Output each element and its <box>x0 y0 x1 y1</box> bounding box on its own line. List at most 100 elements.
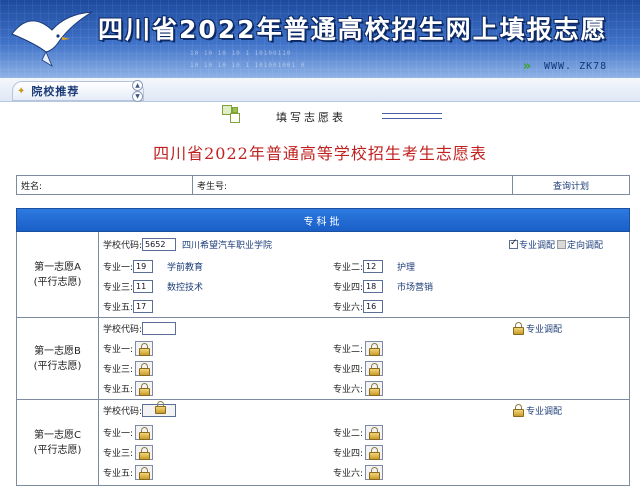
choice-label: 第一志愿A (平行志愿) <box>17 232 99 317</box>
choice-label: 第一志愿B (平行志愿) <box>17 318 99 399</box>
adjust-major-checkbox[interactable] <box>509 238 518 249</box>
major-label: 专业三: <box>103 364 134 375</box>
major-name: 数控技术 <box>167 282 204 293</box>
nav-strip: ✦ 院校推荐 <box>0 78 640 102</box>
tab-school-recommend[interactable]: ✦ 院校推荐 <box>12 81 144 101</box>
major-row: 专业五: <box>103 464 154 480</box>
adjust-major-label: 专业调配 <box>526 406 563 417</box>
school-code-row: 学校代码: <box>103 400 177 418</box>
major-label: 专业三: <box>103 448 134 459</box>
choice-block-a: 第一志愿A (平行志愿) 学校代码: 5652 四川希望汽车职业学院 专业调配 … <box>16 232 630 318</box>
locked-major-input <box>135 340 154 356</box>
site-url-text: WWW. ZK78 <box>544 60 608 72</box>
divider <box>382 113 442 119</box>
chevron-up-icon[interactable]: ▲ <box>132 80 143 91</box>
major-code-input[interactable]: 12 <box>363 259 384 273</box>
lock-icon <box>367 426 382 440</box>
major-label: 专业六: <box>333 384 364 395</box>
query-plan-button[interactable]: 查询计划 <box>513 176 629 194</box>
major-label: 专业五: <box>103 384 134 395</box>
banner-digits: 10 10 10 10 1 10100110 <box>190 50 292 57</box>
adjust-major-label: 专业调配 <box>519 240 556 251</box>
double-chevron-down-icon: » <box>522 58 532 74</box>
locked-major-input <box>135 444 154 460</box>
chevron-down-icon[interactable]: ▼ <box>132 91 143 102</box>
school-code-input[interactable]: 5652 <box>142 237 177 251</box>
locked-major-input <box>135 360 154 376</box>
choice-subtitle: (平行志愿) <box>33 276 82 288</box>
form-header: 填写志愿表 <box>220 102 480 132</box>
student-info-row: 姓名: 考生号: 查询计划 <box>16 175 630 195</box>
lock-icon <box>367 382 382 396</box>
major-row: 专业六: <box>333 464 384 480</box>
batch-header: 专科批 <box>16 208 630 232</box>
form-header-title: 填写志愿表 <box>276 111 346 124</box>
school-code-input[interactable] <box>142 321 177 335</box>
adjust-options: 专业调配 <box>509 320 562 336</box>
major-row: 专业一: <box>103 340 154 356</box>
major-label: 专业四: <box>333 448 364 459</box>
major-row: 专业三: <box>103 360 154 376</box>
lock-icon <box>367 446 382 460</box>
major-row: 专业二: <box>333 340 384 356</box>
site-banner: 10 10 10 10 1 10100110 10 10 10 10 1 101… <box>0 0 640 78</box>
major-label: 专业六: <box>333 302 364 313</box>
major-row: 专业一: <box>103 424 154 440</box>
major-label: 专业四: <box>333 282 364 293</box>
major-code-input[interactable]: 11 <box>133 279 154 293</box>
school-code-row: 学校代码: <box>103 320 177 336</box>
major-code-input[interactable]: 18 <box>363 279 384 293</box>
lock-icon <box>137 426 152 440</box>
locked-major-input <box>365 464 384 480</box>
school-code-label: 学校代码: <box>103 406 143 417</box>
choice-block-c: 第一志愿C (平行志愿) 学校代码: 专业调配 专业一: 专业二: 专业三: 专… <box>16 400 630 486</box>
major-label: 专业五: <box>103 302 134 313</box>
major-label: 专业二: <box>333 428 364 439</box>
choice-subtitle: (平行志愿) <box>33 360 82 372</box>
major-code-input[interactable]: 19 <box>133 259 154 273</box>
major-label: 专业一: <box>103 344 134 355</box>
major-name: 市场营销 <box>397 282 434 293</box>
page-title: 四川省2022年普通高等学校招生考生志愿表 <box>153 144 487 163</box>
choice-block-b: 第一志愿B (平行志愿) 学校代码: 专业调配 专业一: 专业二: 专业三: 专… <box>16 318 630 400</box>
major-code-input[interactable]: 17 <box>133 299 154 313</box>
adjust-options: 专业调配 <box>509 402 562 418</box>
choice-title: 第一志愿C <box>34 429 81 441</box>
banner-title: 四川省2022年普通高校招生网上填报志愿 <box>98 15 608 44</box>
major-row: 专业六: <box>333 380 384 396</box>
lock-icon <box>367 362 382 376</box>
major-row: 专业四: <box>333 360 384 376</box>
lock-icon <box>367 466 382 480</box>
major-code-input[interactable]: 16 <box>363 299 384 313</box>
locked-major-input <box>135 464 154 480</box>
major-row: 专业二: 12 护理 <box>333 258 415 274</box>
major-row: 专业四: 18 市场营销 <box>333 278 433 294</box>
major-row: 专业三: <box>103 444 154 460</box>
choice-subtitle: (平行志愿) <box>33 444 82 456</box>
star-icon: ✦ <box>17 85 26 97</box>
locked-major-input <box>365 444 384 460</box>
locked-major-input <box>365 360 384 376</box>
lock-icon <box>137 446 152 460</box>
lock-icon <box>511 321 526 335</box>
choice-label: 第一志愿C (平行志愿) <box>17 400 99 485</box>
adjust-direction-checkbox[interactable] <box>557 239 567 249</box>
major-label: 专业六: <box>333 468 364 479</box>
major-row: 专业三: 11 数控技术 <box>103 278 203 294</box>
school-code-row: 学校代码: 5652 四川希望汽车职业学院 <box>103 236 272 252</box>
major-label: 专业四: <box>333 364 364 375</box>
query-plan-label: 查询计划 <box>552 181 589 192</box>
exam-number-label: 考生号: <box>197 181 228 192</box>
major-row: 专业五: 17 <box>103 298 154 314</box>
lock-icon <box>137 362 152 376</box>
major-label: 专业二: <box>333 344 364 355</box>
major-label: 专业一: <box>103 262 134 273</box>
major-label: 专业五: <box>103 468 134 479</box>
banner-digits: 10 10 10 10 1 101001001 0 <box>190 62 306 69</box>
major-row: 专业六: 16 <box>333 298 384 314</box>
major-row: 专业二: <box>333 424 384 440</box>
major-row: 专业一: 19 学前教育 <box>103 258 203 274</box>
major-label: 专业一: <box>103 428 134 439</box>
school-code-input[interactable] <box>142 400 177 417</box>
school-name: 四川希望汽车职业学院 <box>182 240 273 251</box>
